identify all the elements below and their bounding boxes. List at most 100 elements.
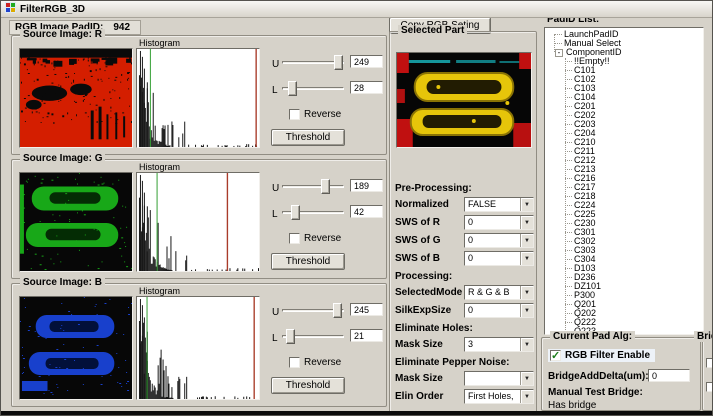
tree-connector bbox=[565, 169, 572, 170]
u-slider[interactable] bbox=[282, 179, 344, 194]
checkbox-box[interactable] bbox=[289, 233, 300, 244]
source-image-b-title: Source Image: B bbox=[20, 277, 105, 288]
processing-rows: Pre-Processing:NormalizedFALSE▼SWS of R0… bbox=[395, 180, 532, 406]
u-slider[interactable] bbox=[282, 303, 344, 318]
filter-rgb-3d-window: FilterRGB_3D RGB Image PadID: 942 Copy R… bbox=[0, 0, 713, 416]
l-label: L bbox=[272, 209, 278, 220]
chevron-down-icon[interactable]: ▼ bbox=[520, 338, 533, 351]
chevron-down-icon[interactable]: ▼ bbox=[520, 252, 533, 265]
combo-value: FALSE bbox=[468, 199, 496, 210]
histogram-b bbox=[136, 296, 260, 400]
l-slider[interactable] bbox=[282, 329, 344, 344]
param-row: SWS of G0▼ bbox=[395, 232, 532, 250]
reverse-checkbox[interactable]: Reverse bbox=[289, 357, 341, 368]
combo-mask-size[interactable]: 3▼ bbox=[464, 337, 534, 352]
tree-connector bbox=[565, 178, 572, 179]
bridge-item[interactable]: TL bbox=[706, 358, 713, 368]
section-heading-processing: Processing: bbox=[395, 268, 532, 284]
chevron-down-icon[interactable]: ▼ bbox=[520, 372, 533, 385]
titlebar[interactable]: FilterRGB_3D bbox=[1, 1, 712, 18]
checkbox-box[interactable] bbox=[550, 350, 561, 361]
window-title: FilterRGB_3D bbox=[20, 4, 85, 15]
combo-sws-of-r[interactable]: 0▼ bbox=[464, 215, 534, 230]
combo-sws-of-b[interactable]: 0▼ bbox=[464, 251, 534, 266]
l-value-field[interactable]: 21 bbox=[350, 329, 383, 342]
chevron-down-icon[interactable]: ▼ bbox=[520, 304, 533, 317]
l-slider-thumb[interactable] bbox=[288, 81, 297, 96]
param-row: NormalizedFALSE▼ bbox=[395, 196, 532, 214]
combo-selectedmode[interactable]: R & G & B▼ bbox=[464, 285, 534, 300]
chevron-down-icon[interactable]: ▼ bbox=[520, 234, 533, 247]
l-slider[interactable] bbox=[282, 205, 344, 220]
combo-mask-size[interactable]: ▼ bbox=[464, 371, 534, 386]
tree-connector bbox=[565, 115, 572, 116]
tree-connector bbox=[565, 79, 572, 80]
u-slider-thumb[interactable] bbox=[333, 303, 342, 318]
tree-connector bbox=[565, 88, 572, 89]
selected-part-bitmap bbox=[397, 53, 531, 147]
bridge-item[interactable]: TL bbox=[706, 382, 713, 392]
source-image-r-title: Source Image: R bbox=[20, 29, 105, 40]
reverse-checkbox[interactable]: Reverse bbox=[289, 233, 341, 244]
combo-value: First Holes, bbox=[468, 391, 514, 402]
param-row: SilkExpSize0▼ bbox=[395, 302, 532, 320]
reverse-label: Reverse bbox=[304, 233, 341, 244]
checkbox-box[interactable] bbox=[289, 357, 300, 368]
l-slider-thumb[interactable] bbox=[286, 329, 295, 344]
l-value-field[interactable]: 28 bbox=[350, 81, 383, 94]
threshold-button[interactable]: Threshold bbox=[271, 253, 345, 270]
tree-connector bbox=[565, 97, 572, 98]
tree-connector bbox=[565, 133, 572, 134]
l-value-field[interactable]: 42 bbox=[350, 205, 383, 218]
bridge-add-delta-field[interactable]: 0 bbox=[648, 369, 690, 382]
tree-connector bbox=[565, 106, 572, 107]
histogram-g-plot bbox=[137, 173, 259, 271]
tree-connector bbox=[565, 142, 572, 143]
l-slider[interactable] bbox=[282, 81, 344, 96]
selected-part-title: Selected Part bbox=[398, 25, 467, 36]
bridge-checkbox[interactable] bbox=[706, 358, 713, 368]
param-label: SWS of R bbox=[395, 217, 440, 228]
tree-connector bbox=[565, 205, 572, 206]
source-image-r bbox=[19, 48, 133, 148]
combo-sws-of-g[interactable]: 0▼ bbox=[464, 233, 534, 248]
bridge-checkbox[interactable] bbox=[706, 382, 713, 392]
l-slider-thumb[interactable] bbox=[291, 205, 300, 220]
param-label: Elin Order bbox=[395, 391, 443, 402]
tree-connector bbox=[565, 187, 572, 188]
chevron-down-icon[interactable]: ▼ bbox=[520, 390, 533, 403]
tree-expander-icon[interactable]: - bbox=[555, 49, 563, 57]
chevron-down-icon[interactable]: ▼ bbox=[520, 216, 533, 229]
u-slider[interactable] bbox=[282, 55, 344, 70]
u-slider-thumb[interactable] bbox=[321, 179, 330, 194]
param-row: SelectedModeR & G & B▼ bbox=[395, 284, 532, 302]
threshold-button[interactable]: Threshold bbox=[271, 377, 345, 394]
tree-connector bbox=[565, 196, 572, 197]
padid-tree[interactable]: LaunchPadIDManual Select-ComponentID!!Em… bbox=[544, 27, 704, 335]
bridge-group-title: Bridge bbox=[694, 331, 713, 342]
chevron-down-icon[interactable]: ▼ bbox=[520, 198, 533, 211]
checkbox-box[interactable] bbox=[289, 109, 300, 120]
source-image-g-title: Source Image: G bbox=[20, 153, 105, 164]
combo-elin-order[interactable]: First Holes, ▼ bbox=[464, 389, 534, 404]
combo-normalized[interactable]: FALSE ▼ bbox=[464, 197, 534, 212]
combo-value: 0 bbox=[468, 235, 473, 246]
tree-connector bbox=[565, 322, 572, 323]
rgb-filter-enable-checkbox[interactable]: RGB Filter Enable bbox=[548, 349, 655, 362]
tree-line bbox=[554, 34, 555, 52]
current-pad-alg-title: Current Pad Alg: bbox=[550, 331, 635, 342]
chevron-down-icon[interactable]: ▼ bbox=[520, 286, 533, 299]
reverse-label: Reverse bbox=[304, 109, 341, 120]
reverse-checkbox[interactable]: Reverse bbox=[289, 109, 341, 120]
u-value-field[interactable]: 249 bbox=[350, 55, 383, 68]
combo-silkexpsize[interactable]: 0▼ bbox=[464, 303, 534, 318]
u-value-field[interactable]: 245 bbox=[350, 303, 383, 316]
tree-connector bbox=[555, 43, 562, 44]
u-slider-thumb[interactable] bbox=[334, 55, 343, 70]
param-label: SWS of B bbox=[395, 253, 440, 264]
threshold-button[interactable]: Threshold bbox=[271, 129, 345, 146]
u-value-field[interactable]: 189 bbox=[350, 179, 383, 192]
tree-connector bbox=[565, 160, 572, 161]
tree-connector bbox=[565, 268, 572, 269]
current-pad-alg-group: Current Pad Alg: RGB Filter Enable Bridg… bbox=[541, 337, 701, 411]
